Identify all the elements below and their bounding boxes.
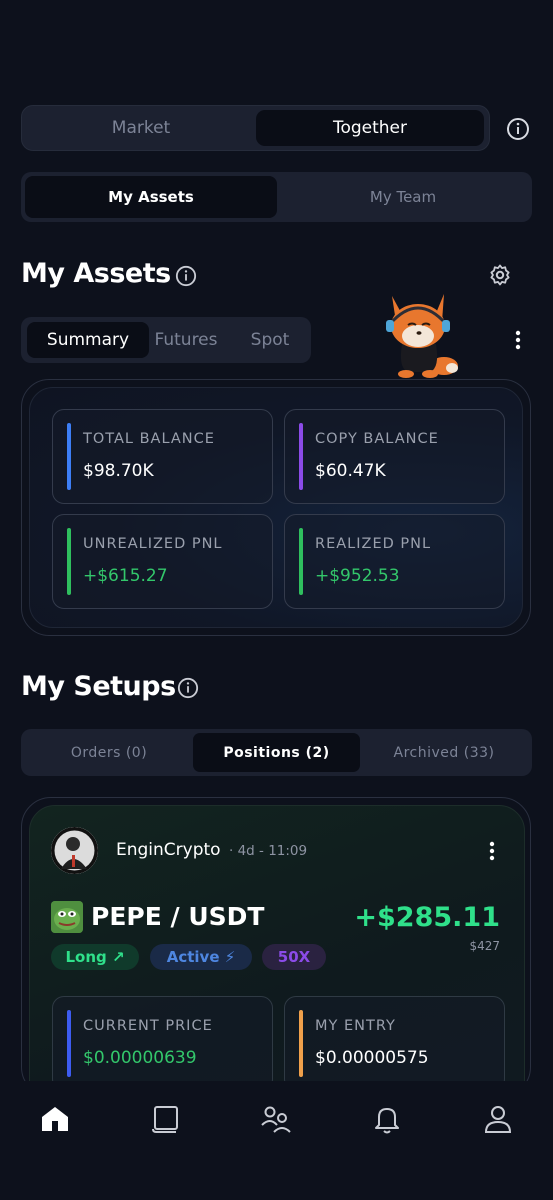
pepe-coin-icon bbox=[51, 901, 83, 933]
tab-my-assets[interactable]: My Assets bbox=[25, 176, 277, 218]
stat-value: $60.47K bbox=[315, 461, 386, 481]
status-badge: Active ⚡ bbox=[150, 944, 252, 970]
gear-icon[interactable] bbox=[488, 263, 512, 291]
trading-pair: PEPE / USDT bbox=[91, 902, 265, 931]
setups-title: My Setups bbox=[21, 671, 176, 702]
profile-icon[interactable] bbox=[482, 1103, 514, 1135]
stat-label: CURRENT PRICE bbox=[83, 1018, 213, 1034]
post-time: · 4d - 11:09 bbox=[229, 843, 308, 859]
leverage-badge: 50X bbox=[262, 944, 326, 970]
assets-tabs: Summary Futures Spot bbox=[21, 317, 311, 363]
stat-value: +$615.27 bbox=[83, 566, 168, 586]
stat-value: $98.70K bbox=[83, 461, 154, 481]
more-vertical-icon[interactable] bbox=[485, 841, 499, 865]
username[interactable]: EnginCrypto bbox=[116, 840, 221, 860]
current-price-stat: CURRENT PRICE $0.00000639 bbox=[52, 996, 273, 1091]
tab-positions[interactable]: Positions (2) bbox=[193, 733, 360, 772]
assets-title: My Assets bbox=[21, 258, 171, 289]
info-icon[interactable] bbox=[175, 265, 197, 291]
tab-orders[interactable]: Orders (0) bbox=[25, 733, 193, 772]
users-icon[interactable] bbox=[260, 1103, 292, 1135]
stat-label: COPY BALANCE bbox=[315, 431, 439, 447]
view-toggle: Market Together bbox=[21, 105, 490, 151]
tab-my-team[interactable]: My Team bbox=[277, 176, 529, 218]
position-card[interactable]: EnginCrypto · 4d - 11:09 PEPE / USDT +$2… bbox=[21, 797, 531, 1097]
info-icon[interactable] bbox=[506, 117, 530, 141]
setups-tabs: Orders (0) Positions (2) Archived (33) bbox=[21, 729, 532, 776]
tab-together[interactable]: Together bbox=[256, 110, 484, 146]
tab-futures[interactable]: Futures bbox=[149, 322, 223, 358]
tab-summary[interactable]: Summary bbox=[27, 322, 149, 358]
tab-spot[interactable]: Spot bbox=[233, 322, 307, 358]
stat-label: TOTAL BALANCE bbox=[83, 431, 215, 447]
side-badge: Long ↗ bbox=[51, 944, 139, 970]
info-icon[interactable] bbox=[177, 677, 199, 703]
unrealized-pnl-stat: UNREALIZED PNL +$615.27 bbox=[52, 514, 273, 609]
stat-label: REALIZED PNL bbox=[315, 536, 432, 552]
fox-mascot-image bbox=[378, 288, 462, 380]
bottom-nav bbox=[0, 1081, 553, 1200]
tab-market[interactable]: Market bbox=[26, 110, 256, 146]
more-vertical-icon[interactable] bbox=[511, 330, 525, 354]
stat-value: +$952.53 bbox=[315, 566, 400, 586]
realized-pnl-stat: REALIZED PNL +$952.53 bbox=[284, 514, 505, 609]
stat-value: $0.00000639 bbox=[83, 1048, 197, 1068]
stat-value: $0.00000575 bbox=[315, 1048, 429, 1068]
stat-label: UNREALIZED PNL bbox=[83, 536, 223, 552]
pnl-value: +$285.11 bbox=[354, 902, 500, 933]
copy-balance-stat: COPY BALANCE $60.47K bbox=[284, 409, 505, 504]
book-icon[interactable] bbox=[150, 1103, 182, 1135]
my-entry-stat: MY ENTRY $0.00000575 bbox=[284, 996, 505, 1091]
total-balance-stat: TOTAL BALANCE $98.70K bbox=[52, 409, 273, 504]
stat-label: MY ENTRY bbox=[315, 1018, 396, 1034]
assets-team-toggle: My Assets My Team bbox=[21, 172, 532, 222]
avatar bbox=[51, 827, 98, 874]
home-icon[interactable] bbox=[39, 1103, 71, 1135]
bell-icon[interactable] bbox=[371, 1103, 403, 1135]
tab-archived[interactable]: Archived (33) bbox=[360, 733, 528, 772]
pnl-sub-value: $427 bbox=[469, 939, 500, 953]
assets-summary-card: TOTAL BALANCE $98.70K COPY BALANCE $60.4… bbox=[21, 379, 531, 636]
